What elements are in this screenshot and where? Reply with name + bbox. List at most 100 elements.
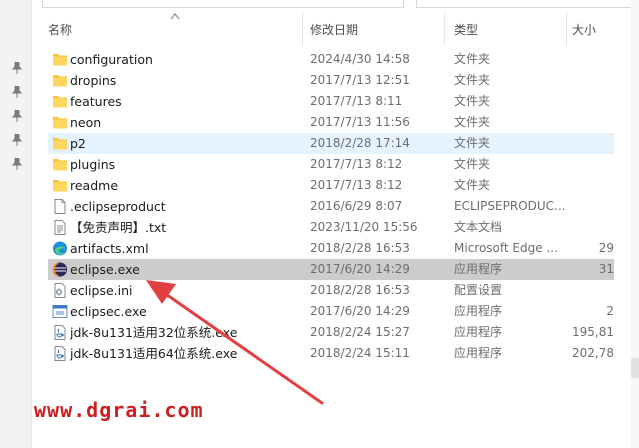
file-type: Microsoft Edge ...: [454, 241, 558, 255]
folder-icon: [52, 73, 68, 88]
pin-icon[interactable]: [12, 134, 22, 146]
file-name: plugins: [70, 157, 116, 172]
column-date[interactable]: 修改日期: [304, 20, 358, 40]
folder-icon: [52, 136, 68, 151]
file-size: [568, 49, 614, 70]
table-row[interactable]: jdk-8u131适用64位系统.exe 2018/2/24 15:11 应用程序 2…: [48, 343, 614, 364]
table-row[interactable]: plugins 2017/7/13 8:12 文件夹: [48, 154, 614, 175]
file-name: 【免责声明】.txt: [70, 220, 167, 235]
file-size: [568, 133, 614, 154]
file-size: 31: [598, 262, 614, 276]
file-date: 2017/7/13 11:56: [310, 115, 410, 129]
file-size: [568, 112, 614, 133]
column-name[interactable]: 名称: [42, 20, 72, 40]
file-name: features: [70, 94, 122, 109]
table-row[interactable]: eclipsec.exe 2017/6/20 14:29 应用程序 2: [48, 301, 614, 322]
table-row[interactable]: features 2017/7/13 8:11 文件夹: [48, 91, 614, 112]
file-name: jdk-8u131适用64位系统.exe: [70, 346, 238, 361]
table-row[interactable]: eclipse.ini 2018/2/28 16:53 配置设置: [48, 280, 614, 301]
table-row[interactable]: p2 2018/2/28 17:14 文件夹: [48, 133, 614, 154]
file-name: eclipse.ini: [70, 283, 133, 298]
edge-icon: [52, 241, 68, 256]
column-type[interactable]: 类型: [448, 20, 478, 40]
file-type: 应用程序: [454, 262, 503, 276]
file-type: 文本文档: [454, 220, 503, 234]
file-date: 2017/7/13 12:51: [310, 73, 410, 87]
table-row[interactable]: .eclipseproduct 2016/6/29 8:07 ECLIPSEPROD…: [48, 196, 614, 217]
search-box[interactable]: [416, 0, 639, 8]
file-type: 文件夹: [454, 52, 491, 66]
file-date: 2024/4/30 14:58: [310, 52, 410, 66]
table-row[interactable]: neon 2017/7/13 11:56 文件夹: [48, 112, 614, 133]
file-type: 配置设置: [454, 283, 503, 297]
eclipse-icon: [52, 262, 68, 277]
table-row[interactable]: configuration 2024/4/30 14:58 文件夹: [48, 49, 614, 70]
pin-icon[interactable]: [12, 62, 22, 74]
column-header: 名称 修改日期 类型 大小: [32, 12, 639, 46]
file-date: 2018/2/28 17:14: [310, 136, 410, 150]
scrollbar-thumb[interactable]: [631, 358, 639, 378]
file-name: eclipsec.exe: [70, 304, 147, 319]
file-icon: [52, 199, 68, 214]
file-type: 文件夹: [454, 94, 491, 108]
java-installer-icon: [52, 346, 68, 361]
app-icon: [52, 304, 68, 319]
file-type: ECLIPSEPRODUC...: [454, 199, 566, 213]
pin-icon[interactable]: [12, 110, 22, 122]
file-name: eclipse.exe: [70, 262, 140, 277]
folder-icon: [52, 94, 68, 109]
file-date: 2016/6/29 8:07: [310, 199, 403, 213]
settings-file-icon: [52, 283, 68, 298]
file-type: 文件夹: [454, 115, 491, 129]
folder-icon: [52, 52, 68, 67]
file-date: 2018/2/28 16:53: [310, 283, 410, 297]
file-size: [568, 196, 614, 217]
file-name: .eclipseproduct: [70, 199, 166, 214]
pin-icon[interactable]: [12, 158, 22, 170]
file-date: 2018/2/24 15:27: [310, 325, 410, 339]
file-type: 文件夹: [454, 157, 491, 171]
file-type: 文件夹: [454, 178, 491, 192]
file-name: jdk-8u131适用32位系统.exe: [70, 325, 238, 340]
table-row[interactable]: dropins 2017/7/13 12:51 文件夹: [48, 70, 614, 91]
address-bar[interactable]: [42, 0, 404, 8]
file-name: dropins: [70, 73, 117, 88]
file-size: [568, 70, 614, 91]
file-date: 2017/7/13 8:12: [310, 178, 403, 192]
file-date: 2017/6/20 14:29: [310, 304, 410, 318]
file-size: [568, 280, 614, 301]
file-name: artifacts.xml: [70, 241, 149, 256]
file-type: 应用程序: [454, 325, 503, 339]
file-name: configuration: [70, 52, 153, 67]
file-date: 2017/7/13 8:11: [310, 94, 403, 108]
file-size: 2: [606, 304, 614, 318]
file-size: 202,78: [572, 346, 614, 360]
column-divider[interactable]: [302, 12, 303, 46]
column-size[interactable]: 大小: [566, 20, 596, 40]
table-row[interactable]: 【免责声明】.txt 2023/11/20 15:56 文本文档: [48, 217, 614, 238]
file-date: 2018/2/24 15:11: [310, 346, 410, 360]
file-size: 29: [598, 241, 614, 255]
table-row[interactable]: artifacts.xml 2018/2/28 16:53 Microsoft Ed…: [48, 238, 614, 259]
file-name: p2: [70, 136, 86, 151]
column-divider[interactable]: [444, 12, 445, 46]
table-row[interactable]: eclipse.exe 2017/6/20 14:29 应用程序 31: [48, 259, 614, 280]
file-date: 2023/11/20 15:56: [310, 220, 418, 234]
file-size: 195,81: [572, 325, 614, 339]
file-size: [568, 154, 614, 175]
file-type: 应用程序: [454, 346, 503, 360]
vertical-scrollbar[interactable]: [631, 0, 639, 448]
file-size: [568, 217, 614, 238]
file-type: 应用程序: [454, 304, 503, 318]
folder-icon: [52, 178, 68, 193]
navigation-pane: [0, 0, 32, 448]
file-type: 文件夹: [454, 73, 491, 87]
table-row[interactable]: readme 2017/7/13 8:12 文件夹: [48, 175, 614, 196]
file-size: [568, 91, 614, 112]
file-name: readme: [70, 178, 119, 193]
folder-icon: [52, 115, 68, 130]
file-type: 文件夹: [454, 136, 491, 150]
table-row[interactable]: jdk-8u131适用32位系统.exe 2018/2/24 15:27 应用程序 1…: [48, 322, 614, 343]
file-size: [568, 175, 614, 196]
pin-icon[interactable]: [12, 86, 22, 98]
